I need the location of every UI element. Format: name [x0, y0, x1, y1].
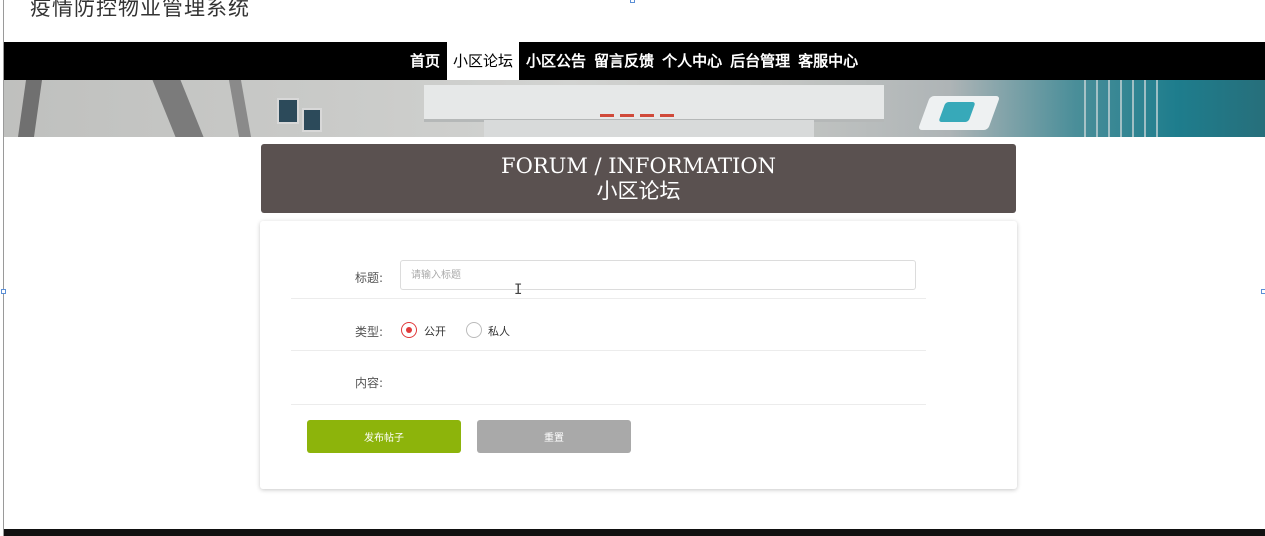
nav-item-admin[interactable]: 后台管理: [726, 42, 794, 80]
post-form-card: 标题: I 类型: 公开 私人 内容: 发布帖子 重置: [260, 221, 1017, 489]
nav-menu: 首页 小区论坛 小区公告 留言反馈 个人中心 后台管理 客服中心: [406, 42, 862, 80]
row-divider: [291, 404, 926, 405]
text-cursor-icon: I: [514, 282, 523, 298]
nav-item-feedback[interactable]: 留言反馈: [590, 42, 658, 80]
title-input[interactable]: [400, 260, 916, 290]
section-header: FORUM / INFORMATION 小区论坛: [261, 144, 1016, 213]
footer-bar: [4, 529, 1265, 536]
top-navbar: 首页 小区论坛 小区公告 留言反馈 个人中心 后台管理 客服中心: [4, 42, 1265, 80]
nav-item-forum[interactable]: 小区论坛: [447, 42, 520, 80]
banner-image: [4, 80, 1265, 137]
nav-item-customer-service[interactable]: 客服中心: [794, 42, 862, 80]
radio-private-label[interactable]: 私人: [488, 323, 510, 339]
resize-handle-top[interactable]: [630, 0, 635, 3]
row-divider: [291, 350, 926, 351]
section-title-chinese: 小区论坛: [596, 179, 681, 203]
radio-private[interactable]: [466, 322, 482, 338]
radio-public-label[interactable]: 公开: [424, 323, 446, 339]
content-label: 内容:: [355, 376, 384, 390]
publish-post-button[interactable]: 发布帖子: [307, 420, 461, 453]
row-divider: [291, 298, 926, 299]
section-title-english: FORUM / INFORMATION: [501, 154, 776, 178]
nav-item-personal-center[interactable]: 个人中心: [658, 42, 726, 80]
type-label: 类型:: [355, 325, 384, 339]
resize-handle-left[interactable]: [1, 289, 6, 294]
title-label: 标题:: [355, 271, 384, 285]
nav-item-notices[interactable]: 小区公告: [522, 42, 590, 80]
nav-item-home[interactable]: 首页: [406, 42, 444, 80]
resize-handle-right[interactable]: [1261, 289, 1265, 294]
site-title: 疫情防控物业管理系统: [30, 0, 250, 20]
radio-public[interactable]: [401, 322, 417, 338]
reset-button[interactable]: 重置: [477, 420, 631, 453]
